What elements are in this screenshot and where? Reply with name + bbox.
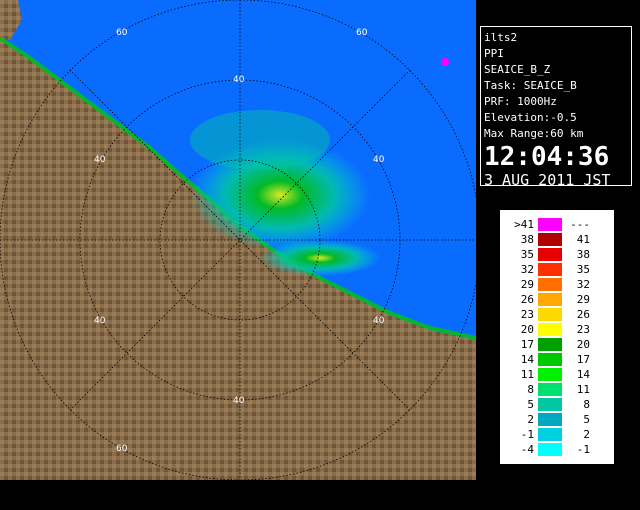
range-label: 60 <box>356 28 368 38</box>
legend-row: 11 14 <box>500 368 614 381</box>
legend-swatch <box>538 263 562 276</box>
legend-high: --- <box>570 218 590 231</box>
legend-swatch <box>538 233 562 246</box>
legend-swatch <box>538 413 562 426</box>
legend-high: 29 <box>576 293 590 306</box>
color-legend: >41 --- 38 41 35 38 32 35 29 32 26 29 23 26 20 23 17 20 14… <box>500 210 625 510</box>
radar-ppi-map: 60 60 40 40 40 40 40 60 40 <box>0 0 476 480</box>
legend-swatch <box>538 353 562 366</box>
legend-high: -1 <box>576 443 590 456</box>
legend-high: 17 <box>576 353 590 366</box>
legend-row: 8 11 <box>500 383 614 396</box>
legend-swatch <box>538 308 562 321</box>
legend-unit: Reflectivity in dBZ <box>612 384 625 510</box>
task-label: Task: SEAICE_B <box>484 79 577 92</box>
legend-low: 35 <box>520 248 534 261</box>
prf-label: PRF: 1000Hz <box>484 95 557 108</box>
legend-row: 26 29 <box>500 293 614 306</box>
legend-swatch <box>538 293 562 306</box>
legend-low: 8 <box>527 383 534 396</box>
legend-low: 11 <box>520 368 534 381</box>
range-label: 40 <box>94 155 106 165</box>
legend-row: 32 35 <box>500 263 614 276</box>
legend-low: 14 <box>520 353 534 366</box>
legend-row: >41 --- <box>500 218 614 231</box>
legend-swatch <box>538 323 562 336</box>
legend-high: 23 <box>576 323 590 336</box>
legend-high: 8 <box>583 398 590 411</box>
site-name: ilts2 <box>484 31 518 44</box>
legend-high: 11 <box>576 383 590 396</box>
legend-low: -1 <box>520 428 534 441</box>
echo-cluster-north <box>190 110 330 170</box>
range-label: 40 <box>233 75 245 85</box>
legend-high: 20 <box>576 338 590 351</box>
legend-low: 26 <box>520 293 534 306</box>
legend-high: 2 <box>583 428 590 441</box>
legend-row: 25 <box>500 413 614 426</box>
elevation-label: Elevation:-0.5 <box>484 111 577 124</box>
scan-date: 3 AUG 2011 JST <box>484 171 611 189</box>
legend-row: -1 2 <box>500 428 614 441</box>
legend-row: 35 38 <box>500 248 614 261</box>
legend-swatch <box>538 443 562 456</box>
legend-swatch <box>538 338 562 351</box>
range-label: 60 <box>116 444 128 454</box>
legend-row: -4 -1 <box>500 443 614 456</box>
side-panel: ilts2 PPI SEAICE_B_Z Task: SEAICE_B PRF:… <box>476 0 640 510</box>
legend-row: 38 41 <box>500 233 614 246</box>
legend-high: 41 <box>576 233 590 246</box>
legend-low: 17 <box>520 338 534 351</box>
legend-row: 23 26 <box>500 308 614 321</box>
legend-low: 29 <box>520 278 534 291</box>
legend-row: 20 23 <box>500 323 614 336</box>
max-range-label: Max Range:60 km <box>484 127 584 140</box>
range-label: 40 <box>94 316 106 326</box>
range-label: 60 <box>116 28 128 38</box>
legend-row: 58 <box>500 398 614 411</box>
range-label: 40 <box>373 316 385 326</box>
legend-high: 26 <box>576 308 590 321</box>
legend-low: 20 <box>520 323 534 336</box>
legend-row: 17 20 <box>500 338 614 351</box>
legend-high: 38 <box>576 248 590 261</box>
legend-high: 5 <box>583 413 590 426</box>
echo-cluster-south <box>260 240 380 276</box>
scan-info-box: ilts2 PPI SEAICE_B_Z Task: SEAICE_B PRF:… <box>480 26 632 189</box>
legend-low: 38 <box>520 233 534 246</box>
legend-swatch <box>538 383 562 396</box>
echo-point-ne <box>441 58 449 66</box>
range-label: 40 <box>233 396 245 406</box>
product-name: SEAICE_B_Z <box>484 63 551 76</box>
legend-swatch <box>538 248 562 261</box>
legend-swatch <box>538 368 562 381</box>
scan-time: 12:04:36 <box>484 142 610 172</box>
legend-swatch <box>538 278 562 291</box>
legend-low: 23 <box>520 308 534 321</box>
legend-row: 14 17 <box>500 353 614 366</box>
legend-low: >41 <box>514 218 534 231</box>
product-type: PPI <box>484 47 504 60</box>
legend-high: 32 <box>576 278 590 291</box>
legend-swatch <box>538 428 562 441</box>
legend-row: 29 32 <box>500 278 614 291</box>
legend-low: 2 <box>527 413 534 426</box>
legend-high: 35 <box>576 263 590 276</box>
legend-low: 32 <box>520 263 534 276</box>
legend-swatch <box>538 218 562 231</box>
legend-low: -4 <box>520 443 534 456</box>
legend-low: 5 <box>527 398 534 411</box>
range-label: 40 <box>373 155 385 165</box>
legend-high: 14 <box>576 368 590 381</box>
legend-swatch <box>538 398 562 411</box>
